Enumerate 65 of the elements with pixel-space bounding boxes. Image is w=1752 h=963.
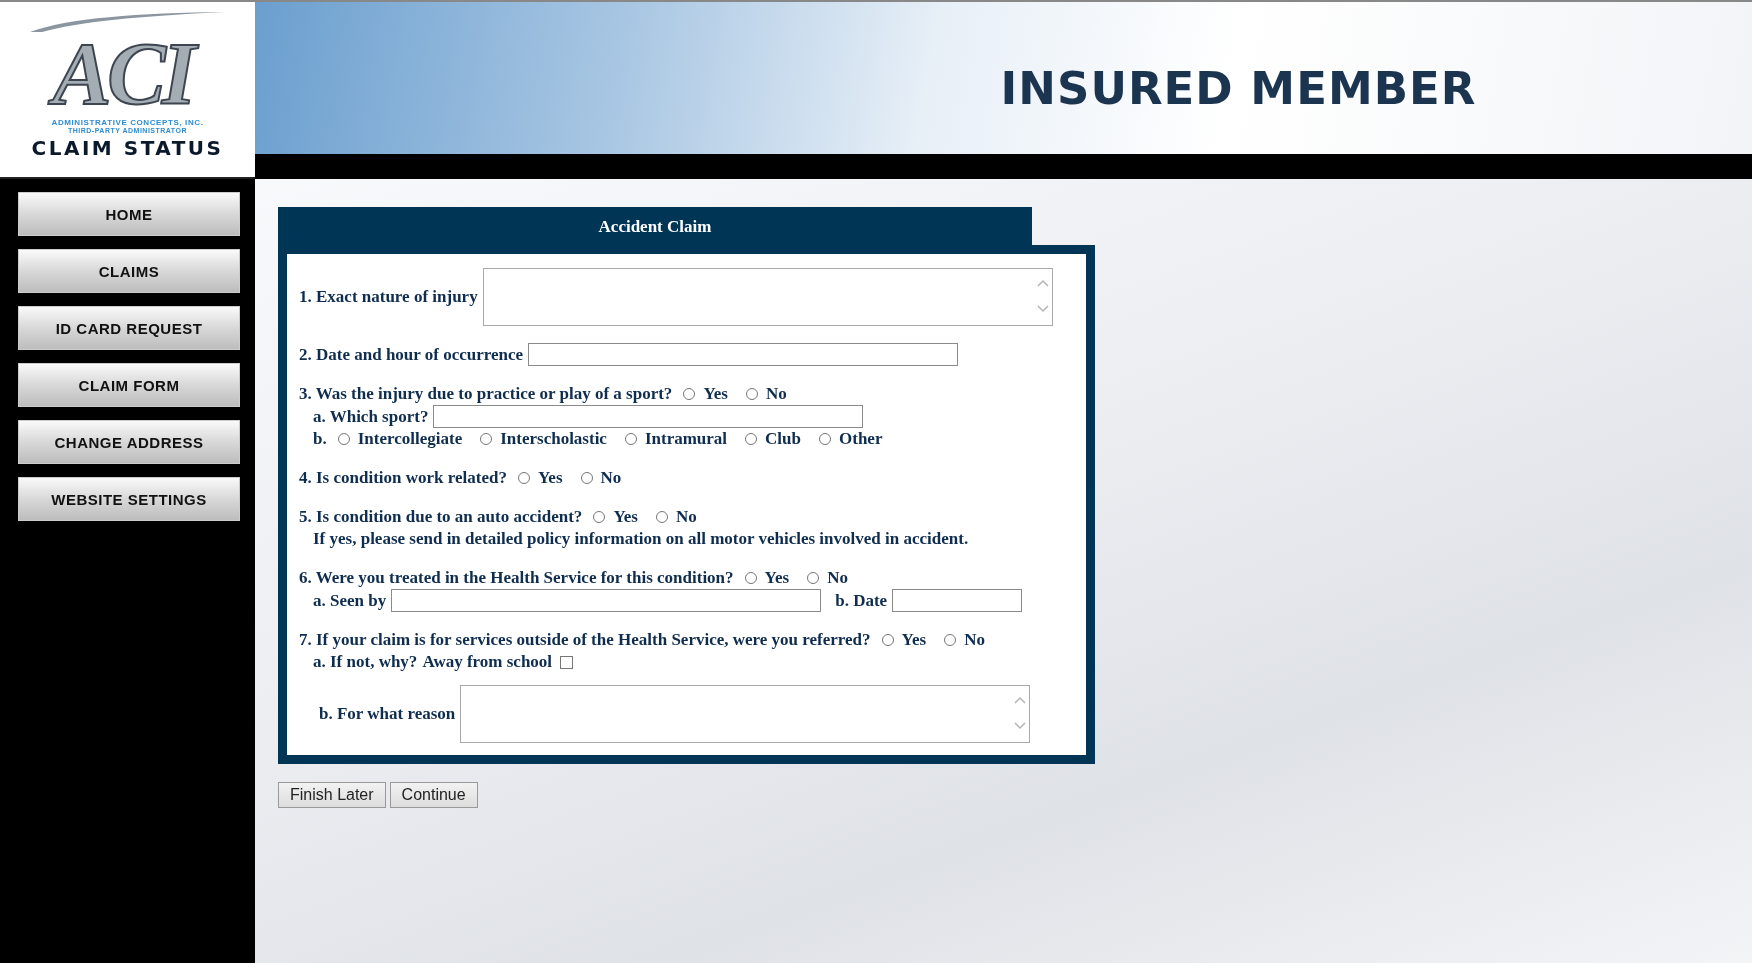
option-label: Intramural xyxy=(644,429,728,449)
company-name: ADMINISTRATIVE CONCEPTS, INC. xyxy=(51,118,204,127)
text-area[interactable] xyxy=(460,685,1031,743)
question-label: b. xyxy=(313,429,327,449)
option-label: No xyxy=(765,384,787,404)
radio-button[interactable] xyxy=(819,433,831,445)
question-label: a. Seen by xyxy=(313,590,387,611)
radio-button[interactable] xyxy=(744,572,757,584)
option-label: Intercollegiate xyxy=(357,429,463,449)
option-label: No xyxy=(827,568,848,588)
page-title: INSURED MEMBER xyxy=(1000,61,1477,115)
form-title: Accident Claim xyxy=(278,207,1032,247)
question-label: b. Date xyxy=(835,590,888,611)
logo-letters: ACI xyxy=(46,32,209,116)
continue-button[interactable]: Continue xyxy=(389,782,478,808)
nav-button[interactable]: CLAIMS xyxy=(18,249,240,293)
input-field[interactable] xyxy=(433,405,864,428)
radio-button[interactable] xyxy=(944,634,957,646)
option-label: Yes xyxy=(613,507,638,527)
option-label: Club xyxy=(765,429,801,449)
question-label: a. If not, why? xyxy=(313,652,418,672)
option-label: Yes xyxy=(537,468,563,488)
question-label: 1. Exact nature of injury xyxy=(299,287,478,307)
option-label: Yes xyxy=(901,630,927,650)
nav-button[interactable]: WEBSITE SETTINGS xyxy=(18,477,240,521)
question-label: 7. If your claim is for services outside of the Health Service, were you referred? xyxy=(299,630,871,650)
question-label: a. Which sport? xyxy=(313,406,429,427)
option-label: Yes xyxy=(764,568,790,588)
product-name: CLAIM STATUS xyxy=(31,136,224,160)
question-label: 6. Were you treated in the Health Service for this condition? xyxy=(299,568,734,588)
option-label: Away from school xyxy=(422,652,553,672)
question-label: 4. Is condition work related? xyxy=(299,468,507,488)
finish-later-button[interactable]: Finish Later xyxy=(278,782,386,808)
text-area[interactable] xyxy=(482,268,1053,326)
radio-button[interactable] xyxy=(745,388,758,400)
question-label: If yes, please send in detailed policy information on all motor vehicles involved in accident. xyxy=(313,529,969,549)
radio-button[interactable] xyxy=(807,572,820,584)
input-field[interactable] xyxy=(892,589,1023,612)
radio-button[interactable] xyxy=(337,433,350,445)
radio-button[interactable] xyxy=(624,433,637,445)
nav-button[interactable]: CHANGE ADDRESS xyxy=(18,420,240,464)
question-label: b. For what reason xyxy=(319,704,456,724)
input-field[interactable] xyxy=(391,589,822,612)
nav-button[interactable]: ID CARD REQUEST xyxy=(18,306,240,350)
radio-button[interactable] xyxy=(745,433,758,445)
radio-button[interactable] xyxy=(881,634,894,646)
radio-button[interactable] xyxy=(655,511,668,523)
nav-button[interactable]: HOME xyxy=(18,192,240,236)
option-label: No xyxy=(675,507,697,527)
input-field[interactable] xyxy=(528,343,959,366)
option-label: Interscholastic xyxy=(500,429,607,449)
checkbox[interactable] xyxy=(560,655,574,669)
option-label: No xyxy=(964,630,985,650)
radio-button[interactable] xyxy=(480,433,493,445)
radio-button[interactable] xyxy=(683,388,696,400)
nav-button[interactable]: CLAIM FORM xyxy=(18,363,240,407)
question-label: 5. Is condition due to an auto accident? xyxy=(299,507,583,527)
radio-button[interactable] xyxy=(593,511,606,523)
question-label: 2. Date and hour of occurrence xyxy=(299,344,524,365)
option-label: Yes xyxy=(703,384,728,404)
option-label: No xyxy=(600,468,622,488)
radio-button[interactable] xyxy=(580,472,593,484)
radio-button[interactable] xyxy=(517,472,530,484)
option-label: Other xyxy=(839,429,883,449)
question-label: 3. Was the injury due to practice or play of a sport? xyxy=(299,384,673,404)
